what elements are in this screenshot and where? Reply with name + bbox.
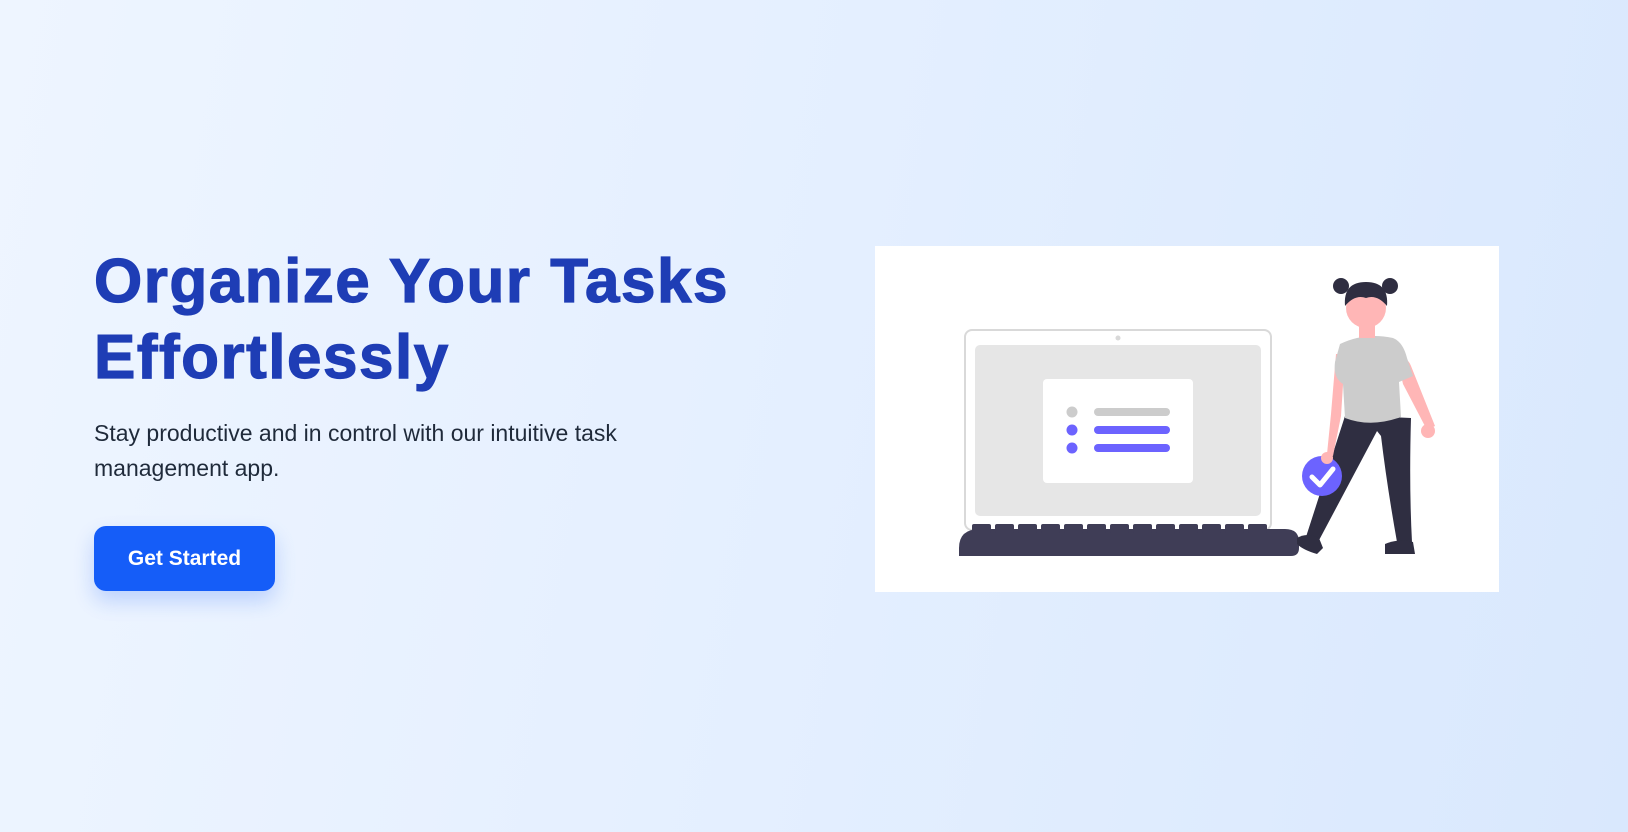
hero-illustration	[875, 246, 1499, 592]
get-started-button[interactable]: Get Started	[94, 526, 275, 591]
headline-line-1: Organize Your Tasks	[93, 246, 729, 316]
hero-headline: Organize Your Tasks Effortlessly	[93, 244, 794, 396]
hero-text: Organize Your Tasks Effortlessly Stay pr…	[93, 244, 794, 486]
hero-subtitle: Stay productive and in control with our …	[94, 420, 617, 481]
headline-line-2: Effortlessly	[93, 322, 450, 392]
person-with-laptop-task-list-icon	[959, 278, 1435, 556]
